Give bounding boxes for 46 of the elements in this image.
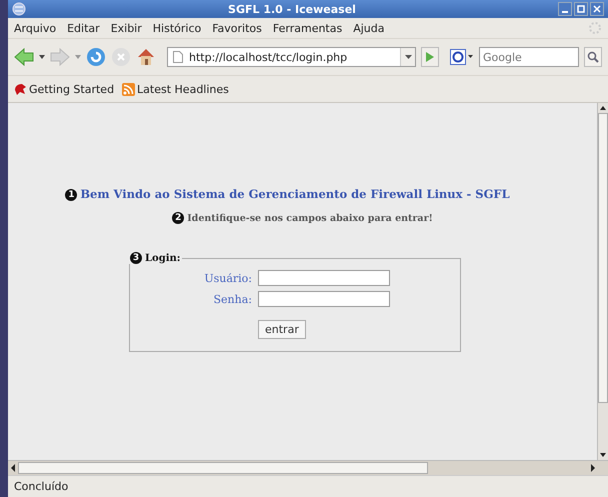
search-field[interactable]: Google <box>479 47 579 67</box>
address-field[interactable]: http://localhost/tcc/login.php <box>167 47 416 67</box>
login-legend: 3 Login: <box>128 252 182 264</box>
maximize-icon <box>577 5 585 13</box>
submit-button[interactable]: entrar <box>258 320 306 339</box>
page-icon <box>173 51 183 63</box>
bookmark-item[interactable]: Latest Headlines <box>122 82 229 96</box>
feed-icon <box>122 82 136 96</box>
dropdown-icon[interactable] <box>400 48 415 66</box>
bird-icon <box>14 82 27 96</box>
close-icon <box>593 5 601 13</box>
maximize-button[interactable] <box>574 2 588 16</box>
vertical-scrollbar[interactable] <box>597 103 608 460</box>
dropdown-icon <box>75 55 81 59</box>
throbber-icon <box>588 21 602 35</box>
close-button[interactable] <box>590 2 604 16</box>
status-text: Concluído <box>14 480 68 493</box>
globe-icon <box>12 2 26 16</box>
search-icon[interactable] <box>584 47 602 67</box>
input-field[interactable] <box>258 270 390 286</box>
field-label: Usuário: <box>203 272 252 284</box>
menu-item[interactable]: Editar <box>67 22 100 34</box>
minimize-button[interactable] <box>558 2 572 16</box>
menu-item[interactable]: Ferramentas <box>272 22 342 34</box>
stop-icon <box>111 47 131 67</box>
instruction-text: 2 Identifique-se nos campos abaixo para entrar! <box>172 212 433 224</box>
field-label: Senha: <box>212 292 252 306</box>
menu-item[interactable]: Exibir <box>110 22 142 34</box>
right-arrow-icon[interactable] <box>588 463 598 473</box>
dropdown-icon[interactable] <box>39 55 45 59</box>
play-icon <box>425 52 435 62</box>
bookmark-item[interactable]: Getting Started <box>14 82 114 96</box>
horizontal-scrollbar[interactable] <box>8 460 608 475</box>
reload-icon[interactable] <box>86 47 106 67</box>
search-engine-icon[interactable] <box>450 49 474 65</box>
menu-item[interactable]: Arquivo <box>14 22 56 34</box>
back-arrow-icon[interactable] <box>14 48 34 66</box>
window-title: SGFL 1.0 - Iceweasel <box>227 2 357 16</box>
input-field[interactable] <box>258 291 390 307</box>
go-button[interactable] <box>421 47 439 67</box>
welcome-heading: 1 Bem Vindo ao Sistema de Gerenciamento de Firewall Linux - SGFL <box>65 187 510 201</box>
menu-item[interactable]: Favoritos <box>212 22 262 34</box>
home-icon[interactable] <box>136 47 156 67</box>
menu-item[interactable]: Ajuda <box>353 22 384 34</box>
forward-arrow-icon <box>50 48 70 66</box>
menu-item[interactable]: Histórico <box>152 22 202 34</box>
